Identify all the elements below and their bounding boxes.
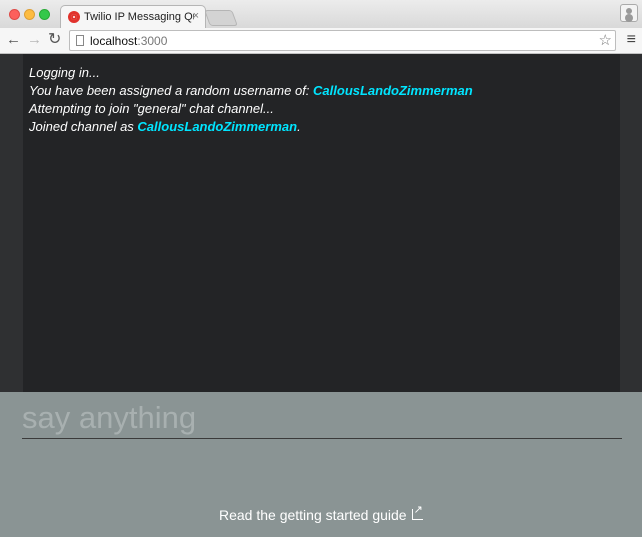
left-gutter <box>0 54 23 392</box>
username-text: CallousLandoZimmerman <box>137 119 298 134</box>
zoom-window-button[interactable] <box>39 9 50 20</box>
log-line: Logging in... <box>29 65 100 80</box>
log-line: You have been assigned a random username… <box>29 83 473 98</box>
minimize-window-button[interactable] <box>24 9 35 20</box>
username-text: CallousLandoZimmerman <box>313 83 473 98</box>
chat-message-input[interactable] <box>22 398 622 439</box>
close-window-button[interactable] <box>9 9 20 20</box>
log-line: Joined channel as CallousLandoZimmerman. <box>29 119 301 134</box>
getting-started-link[interactable]: Read the getting started guide <box>219 503 423 523</box>
back-arrow-icon[interactable]: ← <box>6 31 21 49</box>
close-tab-icon[interactable]: × <box>193 10 199 22</box>
external-link-icon <box>411 503 423 520</box>
url-text: localhost:3000 <box>90 34 168 48</box>
tab-title: Twilio IP Messaging Quickstart <box>84 11 194 23</box>
log-line: Attempting to join "general" chat channe… <box>29 101 274 116</box>
chat-messages: Logging in... You have been assigned a r… <box>23 54 620 392</box>
bookmark-star-icon[interactable]: ☆ <box>599 31 612 49</box>
twilio-favicon-icon <box>68 11 80 23</box>
browser-toolbar: ← → ↻ localhost:3000 ☆ ≡ <box>0 28 642 54</box>
hamburger-menu-icon[interactable]: ≡ <box>627 31 636 49</box>
page-document-icon <box>76 35 84 46</box>
chat-input-area: Read the getting started guide <box>0 392 642 537</box>
right-gutter <box>620 54 642 392</box>
forward-arrow-icon[interactable]: → <box>27 31 42 49</box>
new-tab-button[interactable] <box>204 10 238 26</box>
profile-icon[interactable] <box>620 4 638 22</box>
address-bar[interactable]: localhost:3000 ☆ <box>69 30 616 51</box>
reload-icon[interactable]: ↻ <box>48 31 61 49</box>
browser-tab[interactable]: Twilio IP Messaging Quickstart × <box>60 5 206 28</box>
browser-titlebar: Twilio IP Messaging Quickstart × <box>0 0 642 28</box>
